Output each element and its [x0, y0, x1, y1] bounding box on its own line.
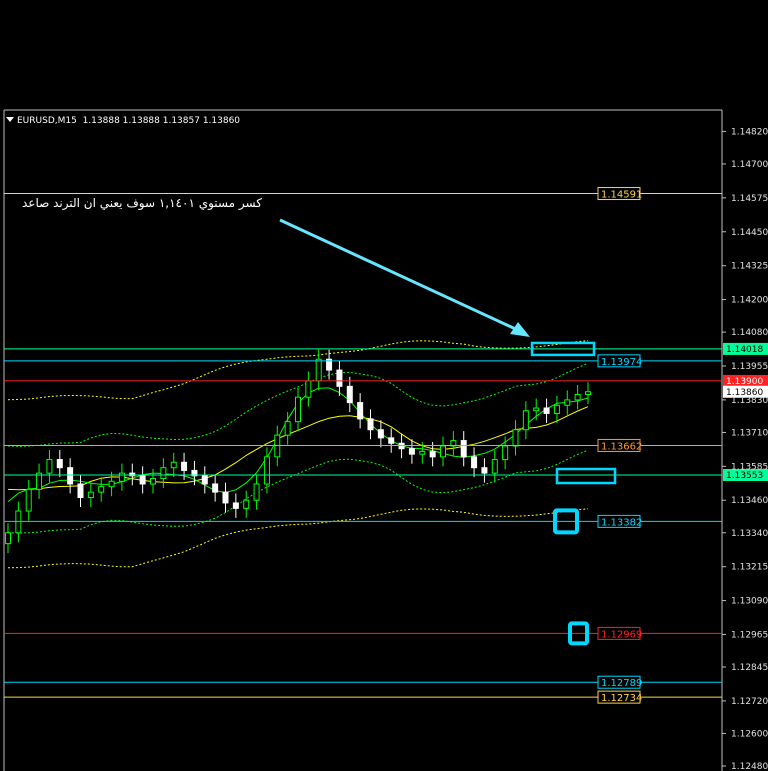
y-tick-label: 1.13585: [731, 462, 768, 472]
y-tick-label: 1.12845: [731, 663, 768, 673]
candle-body: [56, 459, 63, 469]
y-tick-label: 1.14325: [731, 262, 768, 272]
candle-body: [181, 461, 188, 471]
arrow-head-icon: [510, 322, 530, 337]
level-label: 1.12789: [601, 678, 642, 689]
y-tick-label: 1.14450: [731, 228, 768, 238]
candle-body: [481, 467, 488, 474]
indicator-lines: [7, 340, 589, 569]
candle-body: [553, 404, 560, 414]
y-tick-label: 1.14575: [731, 194, 768, 204]
candles: [5, 349, 591, 554]
candle-body: [98, 486, 105, 493]
candle-body: [564, 399, 571, 406]
level-label: 1.14591: [601, 190, 642, 201]
y-tick-label: 1.13710: [731, 428, 768, 438]
candle-body: [388, 437, 395, 444]
candle-body: [471, 456, 478, 469]
candle-body: [46, 459, 53, 474]
candle-body: [87, 491, 94, 499]
annotation-text: كسر مستوي ١,١٤٠١ سوف يعني ان الترند صاعد: [22, 196, 262, 210]
lower-band-outer: [7, 508, 589, 569]
horizontal-levels[interactable]: 1.14591 1.14018 1.13974 1.13900 1.13662 1.135…: [4, 187, 768, 705]
breakout-box-lower: [555, 467, 617, 485]
candle-body: [502, 445, 509, 461]
candle-body: [336, 369, 343, 387]
candle-body: [491, 459, 498, 474]
candle-body: [274, 434, 281, 458]
candle-body: [440, 445, 446, 458]
y-tick-label: 1.12480: [731, 762, 768, 771]
candle-body: [408, 448, 415, 455]
candle-body: [419, 450, 426, 455]
level-label: 1.13974: [601, 357, 642, 368]
y-tick-label: 1.12720: [731, 697, 768, 707]
y-tick-label: 1.12600: [731, 729, 768, 739]
candle-body: [212, 483, 219, 493]
candle-body: [243, 499, 250, 509]
candle-body: [118, 472, 125, 482]
candle-body: [305, 380, 312, 398]
candle-body: [460, 440, 467, 458]
candle-body: [150, 478, 156, 485]
level-label: 1.12969: [601, 629, 642, 640]
current-price-label: 1.13900: [726, 377, 763, 387]
candle-body: [295, 396, 301, 423]
candle-body: [574, 393, 581, 401]
y-tick-label: 1.13830: [731, 396, 768, 406]
y-tick-label: 1.13340: [731, 529, 768, 539]
y-tick-label: 1.14700: [731, 160, 768, 170]
candle-body: [543, 407, 550, 414]
level-price-label: 1.14018: [726, 345, 763, 355]
y-tick-label: 1.14820: [731, 127, 768, 137]
candle-body: [284, 421, 291, 436]
candle-body: [346, 385, 353, 404]
candle-body: [170, 461, 177, 469]
y-tick-label: 1.13460: [731, 496, 768, 506]
y-tick-label: 1.13090: [731, 597, 768, 607]
price-chart[interactable]: 1.14591 1.14018 1.13974 1.13900 1.13662 1.135…: [0, 0, 768, 771]
candle-body: [15, 510, 22, 534]
annotation-markers[interactable]: [279, 218, 617, 646]
candle-body: [222, 491, 229, 504]
lower-band-inner: [7, 449, 589, 534]
level-label: 1.13662: [601, 441, 642, 452]
candle-body: [232, 502, 239, 509]
candle-body: [253, 483, 260, 501]
candle-body: [398, 442, 405, 450]
candle-body: [377, 429, 384, 439]
candle-body: [139, 475, 146, 485]
y-tick-label: 1.14080: [731, 328, 768, 338]
candle-body: [108, 480, 115, 488]
y-tick-label: 1.13215: [731, 563, 768, 573]
candle-body: [533, 407, 540, 412]
candle-body: [5, 532, 11, 545]
y-tick-label: 1.14200: [731, 296, 768, 306]
price-axis: 1.14820 1.14700 1.14575 1.14450 1.14325 1.142…: [722, 127, 768, 771]
level-label: 1.12734: [601, 693, 642, 704]
candle-body: [67, 467, 74, 485]
y-tick-label: 1.12965: [731, 630, 768, 640]
candle-body: [367, 418, 374, 431]
level-price-label: 1.13553: [726, 471, 763, 481]
level-label: 1.13382: [601, 517, 642, 528]
candle-body: [315, 358, 322, 382]
candle-body: [522, 410, 529, 431]
candle-body: [77, 483, 84, 499]
candle-body: [25, 488, 32, 512]
y-tick-label: 1.13955: [731, 362, 768, 372]
candle-body: [36, 472, 43, 490]
candle-body: [585, 391, 591, 395]
annotation-arrow-icon: [279, 218, 523, 334]
candle-body: [201, 475, 208, 485]
candle-body: [357, 402, 364, 420]
candle-body: [160, 467, 167, 480]
candle-body: [512, 429, 519, 447]
candle-body: [263, 456, 270, 485]
candle-body: [429, 450, 436, 458]
